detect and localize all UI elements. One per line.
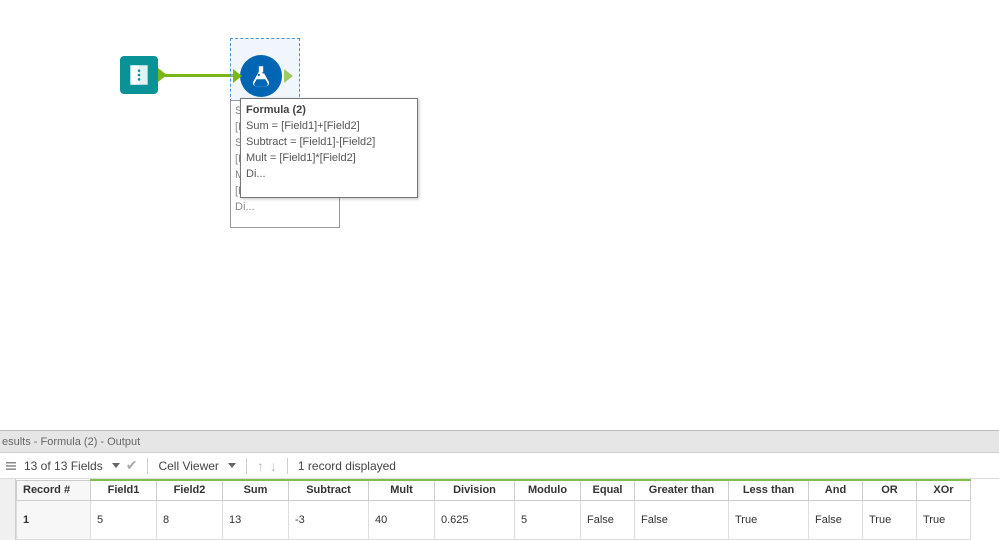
tooltip-line: Subtract = [Field1]-[Field2] — [246, 134, 412, 150]
cell[interactable]: 8 — [157, 500, 223, 540]
chevron-down-icon — [112, 463, 120, 468]
column-header[interactable]: OR — [863, 480, 917, 500]
results-tabbar: esults - Formula (2) - Output — [0, 431, 999, 453]
column-header[interactable]: Division — [435, 480, 515, 500]
cell[interactable]: -3 — [289, 500, 369, 540]
separator — [246, 458, 247, 474]
column-header[interactable]: Mult — [369, 480, 435, 500]
tooltip-line: Sum = [Field1]+[Field2] — [246, 118, 412, 134]
fields-dropdown-label: 13 of 13 Fields — [24, 459, 103, 473]
arrow-down-icon[interactable]: ↓ — [270, 458, 277, 474]
cell[interactable]: False — [581, 500, 635, 540]
results-panel: esults - Formula (2) - Output 13 of 13 F… — [0, 430, 999, 540]
cell-viewer-dropdown[interactable]: Cell Viewer — [158, 459, 235, 473]
cell[interactable]: True — [863, 500, 917, 540]
node-formula[interactable] — [240, 55, 282, 97]
results-table[interactable]: Record # Field1 Field2 Sum Subtract Mult… — [16, 479, 971, 540]
menu-icon[interactable] — [4, 459, 18, 473]
row-selector-gutter[interactable] — [0, 479, 16, 540]
results-tab-title: esults - Formula (2) - Output — [2, 436, 140, 448]
cell[interactable]: 13 — [223, 500, 289, 540]
check-icon[interactable]: ✔ — [126, 457, 138, 474]
annotation-line: Di... — [235, 199, 335, 215]
cell[interactable]: 0.625 — [435, 500, 515, 540]
column-header[interactable]: Greater than — [635, 480, 729, 500]
workflow-canvas[interactable]: S [I S [I M [Field2] Di... Formula (2) S… — [0, 0, 999, 430]
arrow-up-icon[interactable]: ↑ — [257, 458, 264, 474]
separator — [147, 458, 148, 474]
cell[interactable]: False — [809, 500, 863, 540]
book-icon — [126, 62, 152, 88]
tooltip-line: Mult = [Field1]*[Field2] — [246, 150, 412, 166]
column-header[interactable]: Subtract — [289, 480, 369, 500]
cell[interactable]: 5 — [515, 500, 581, 540]
connection-line[interactable] — [158, 74, 238, 77]
flask-icon — [248, 63, 274, 89]
cell-record[interactable]: 1 — [17, 500, 91, 540]
cell[interactable]: 40 — [369, 500, 435, 540]
column-header[interactable]: And — [809, 480, 863, 500]
fields-dropdown[interactable]: 13 of 13 Fields — [24, 459, 120, 473]
tool-tooltip: Formula (2) Sum = [Field1]+[Field2] Subt… — [240, 98, 418, 198]
input-anchor-icon[interactable] — [233, 69, 242, 83]
node-input-data[interactable] — [120, 56, 158, 94]
column-header[interactable]: Field2 — [157, 480, 223, 500]
separator — [287, 458, 288, 474]
chevron-down-icon — [228, 463, 236, 468]
cell[interactable]: True — [917, 500, 971, 540]
table-header-row: Record # Field1 Field2 Sum Subtract Mult… — [17, 480, 971, 500]
column-header[interactable]: Less than — [729, 480, 809, 500]
column-header[interactable]: XOr — [917, 480, 971, 500]
tooltip-title: Formula (2) — [246, 102, 412, 118]
cell[interactable]: True — [729, 500, 809, 540]
column-header[interactable]: Field1 — [91, 480, 157, 500]
tooltip-line: Di... — [246, 166, 412, 182]
cell[interactable]: 5 — [91, 500, 157, 540]
column-header[interactable]: Equal — [581, 480, 635, 500]
output-anchor-icon[interactable] — [284, 69, 293, 83]
column-header[interactable]: Sum — [223, 480, 289, 500]
cell-viewer-label: Cell Viewer — [158, 459, 218, 473]
column-header[interactable]: Record # — [17, 480, 91, 500]
column-header[interactable]: Modulo — [515, 480, 581, 500]
results-toolbar: 13 of 13 Fields ✔ Cell Viewer ↑ ↓ 1 reco… — [0, 453, 999, 479]
records-count-label: 1 record displayed — [298, 459, 396, 473]
table-row[interactable]: 1 5 8 13 -3 40 0.625 5 False False True … — [17, 500, 971, 540]
cell[interactable]: False — [635, 500, 729, 540]
